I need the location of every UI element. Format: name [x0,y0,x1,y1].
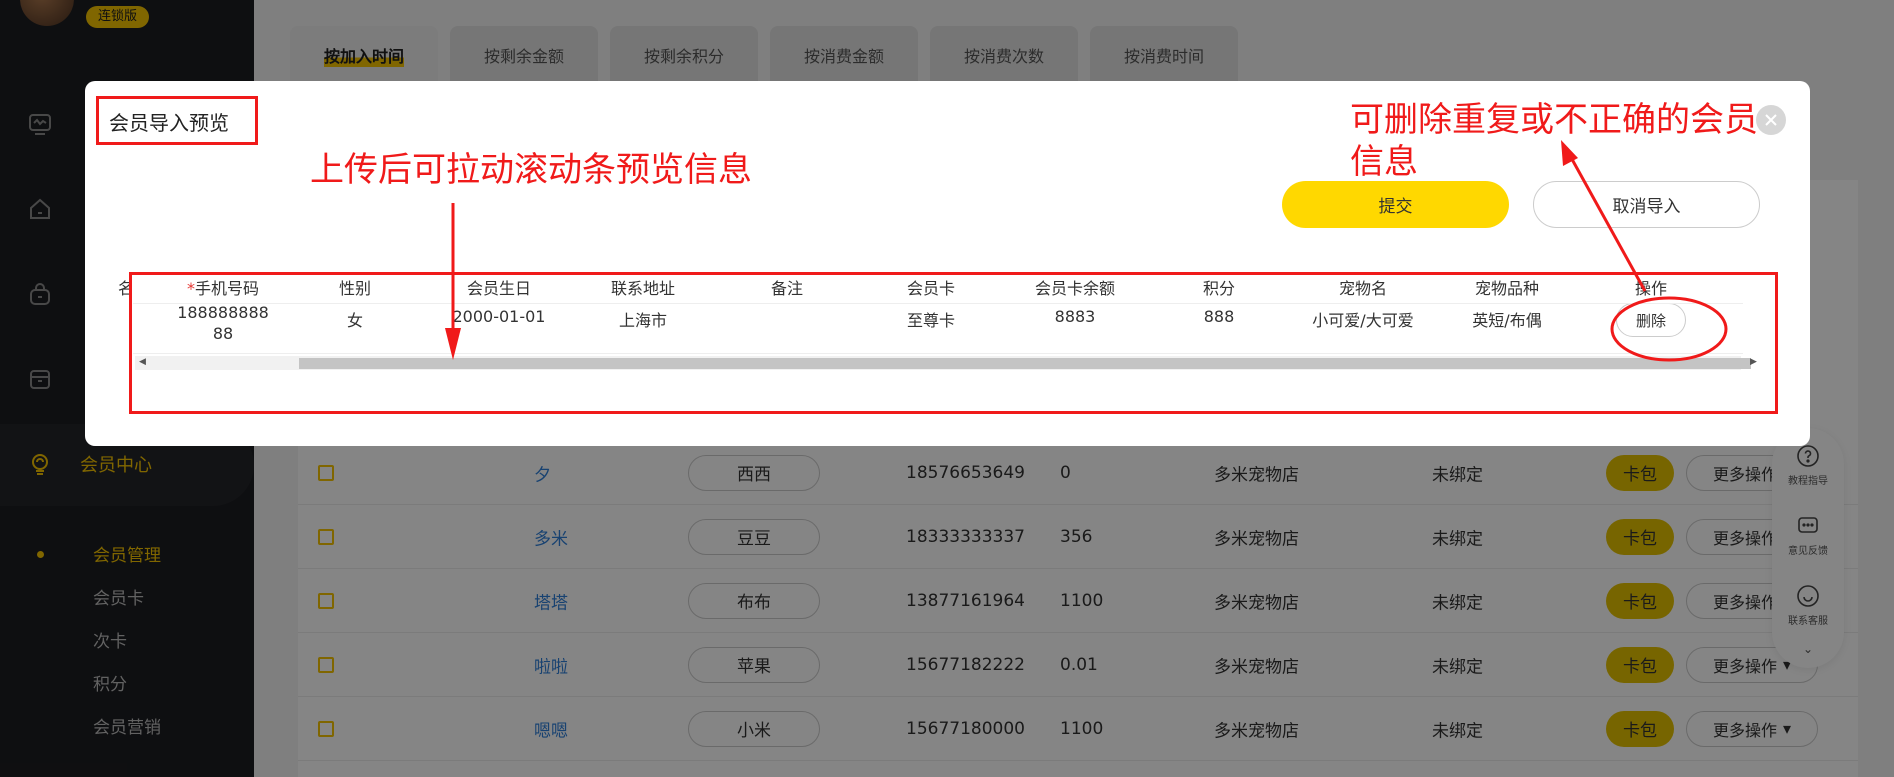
close-button[interactable] [1756,105,1786,135]
close-icon [1765,114,1777,126]
submit-button[interactable]: 提交 [1282,181,1509,228]
table-highlight-box [129,272,1778,414]
title-highlight-box [96,96,258,145]
scroll-hint-annotation: 上传后可拉动滚动条预览信息 [310,150,752,190]
cancel-import-button[interactable]: 取消导入 [1533,181,1760,228]
delete-hint-annotation: 可删除重复或不正确的会员 信息 [1350,100,1758,182]
